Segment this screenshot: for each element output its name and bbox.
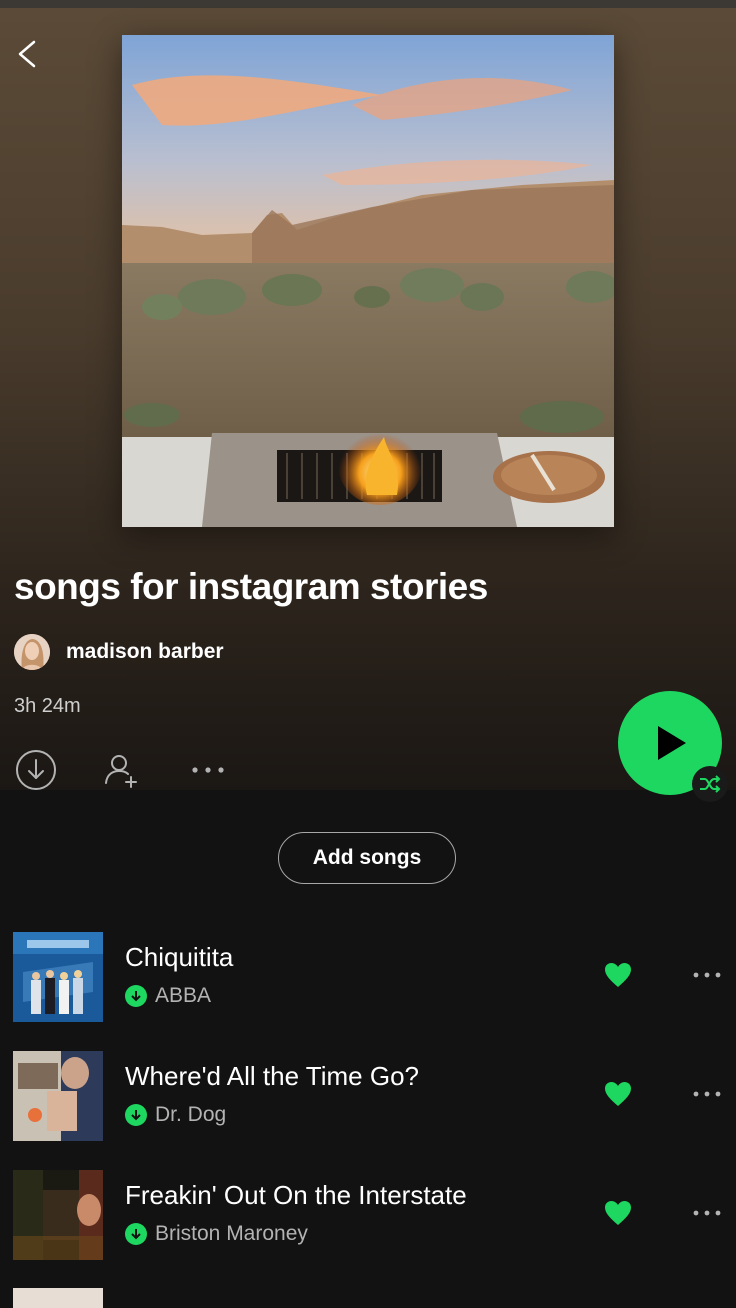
shuffle-icon (700, 775, 721, 793)
heart-filled-icon (605, 1201, 631, 1225)
downloaded-icon (125, 1223, 147, 1245)
track-artist: Briston Maroney (155, 1222, 308, 1245)
album-art (13, 1170, 103, 1260)
track-row[interactable]: Chiquitita ABBA (0, 932, 736, 1024)
more-options-button[interactable] (186, 748, 230, 792)
play-icon (658, 726, 686, 760)
album-art (13, 932, 103, 1022)
status-strip (0, 0, 736, 8)
downloaded-icon (125, 985, 147, 1007)
playlist-title: songs for instagram stories (14, 566, 488, 607)
track-title: Chiquitita (125, 942, 234, 972)
track-more-button[interactable] (690, 1081, 724, 1107)
chevron-left-icon (18, 40, 36, 68)
track-artist-row: ABBA (125, 984, 211, 1008)
like-button[interactable] (604, 962, 632, 988)
add-user-button[interactable] (100, 748, 144, 792)
track-row[interactable]: Where'd All the Time Go? Dr. Dog (0, 1051, 736, 1143)
playlist-duration: 3h 24m (14, 695, 81, 717)
add-songs-button[interactable]: Add songs (278, 832, 456, 884)
like-button[interactable] (604, 1081, 632, 1107)
more-horizontal-icon (693, 1091, 721, 1097)
more-horizontal-icon (693, 972, 721, 978)
heart-filled-icon (605, 963, 631, 987)
playlist-cover (122, 35, 614, 527)
playlist-owner[interactable]: madison barber (14, 634, 224, 670)
back-button[interactable] (14, 38, 42, 70)
more-horizontal-icon (192, 767, 224, 773)
track-more-button[interactable] (690, 962, 724, 988)
download-button[interactable] (14, 748, 58, 792)
playlist-actions (14, 748, 230, 792)
avatar (14, 634, 50, 670)
track-title: Where'd All the Time Go? (125, 1061, 419, 1091)
track-artist-row: Briston Maroney (125, 1222, 308, 1246)
like-button[interactable] (604, 1200, 632, 1226)
downloaded-icon (125, 1104, 147, 1126)
track-row[interactable]: Freakin' Out On the Interstate Briston M… (0, 1170, 736, 1262)
owner-name: madison barber (66, 640, 224, 663)
shuffle-button[interactable] (692, 766, 728, 802)
album-art-partial (13, 1288, 103, 1308)
track-artist: Dr. Dog (155, 1103, 227, 1126)
add-user-icon (105, 755, 137, 788)
download-circle-icon (16, 750, 56, 790)
track-artist: ABBA (155, 984, 212, 1007)
track-artist-row: Dr. Dog (125, 1103, 226, 1127)
heart-filled-icon (605, 1082, 631, 1106)
more-horizontal-icon (693, 1210, 721, 1216)
album-art (13, 1051, 103, 1141)
track-title: Freakin' Out On the Interstate (125, 1180, 467, 1210)
track-more-button[interactable] (690, 1200, 724, 1226)
